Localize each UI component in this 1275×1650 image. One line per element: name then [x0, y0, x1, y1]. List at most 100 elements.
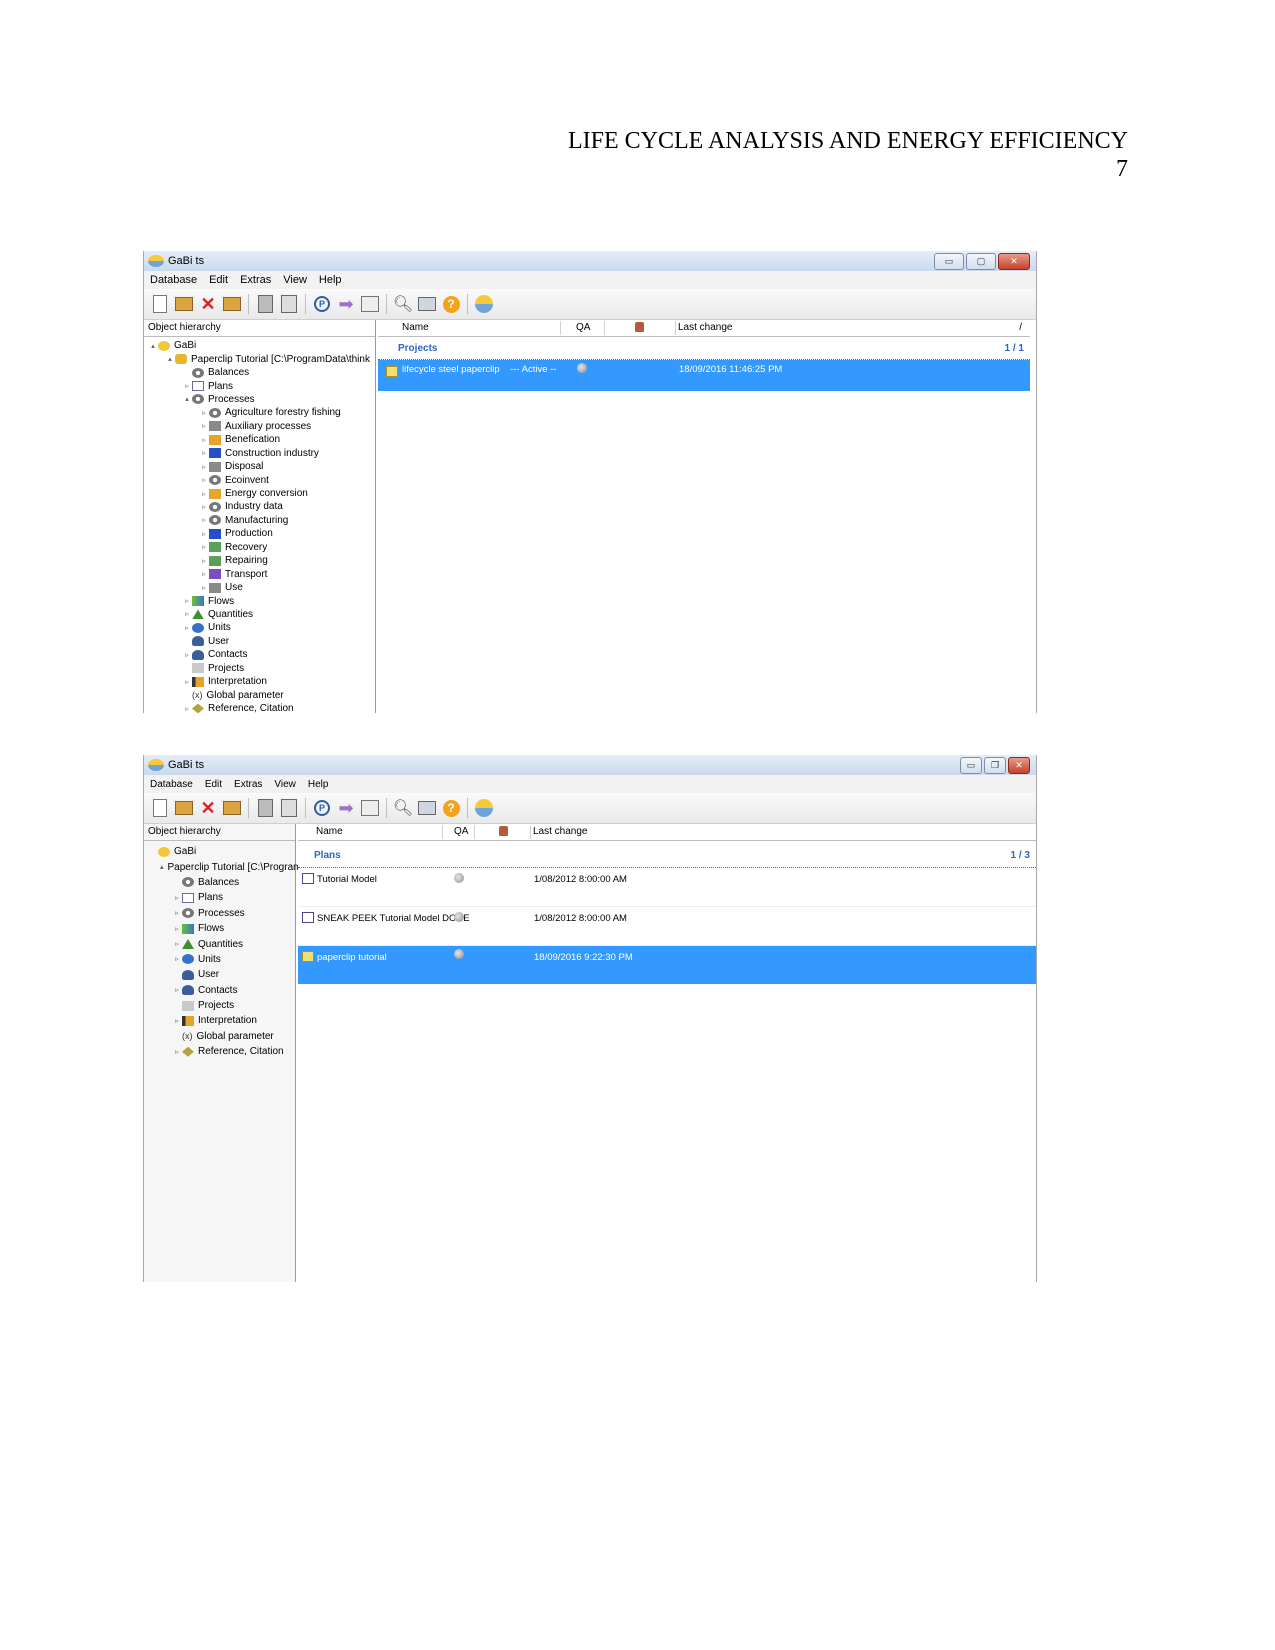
arrow-button[interactable]: ➡	[336, 798, 356, 818]
tree-item[interactable]: ▹ Production	[144, 527, 375, 540]
menu-edit[interactable]: Edit	[199, 779, 228, 790]
expand-toggle-icon[interactable]: ▹	[199, 436, 209, 444]
tree-item[interactable]: ▹ Contacts	[144, 983, 295, 998]
table-row[interactable]: SNEAK PEEK Tutorial Model DONE 1/08/2012…	[298, 907, 1036, 946]
expand-toggle-icon[interactable]: ▹	[172, 955, 182, 963]
delete-button[interactable]: ✕	[198, 294, 218, 314]
tree-item[interactable]: ▴ Paperclip Tutorial [C:\ProgramData\	[144, 859, 325, 874]
expand-toggle-icon[interactable]: ▹	[199, 490, 209, 498]
expand-toggle-icon[interactable]: ▹	[199, 516, 209, 524]
expand-toggle-icon[interactable]: ▹	[182, 705, 192, 713]
tree-item[interactable]: ▹ Plans	[144, 890, 295, 905]
menu-view[interactable]: View	[268, 779, 302, 790]
menu-view[interactable]: View	[277, 274, 313, 286]
tree-item[interactable]: ▹ Reference, Citation	[144, 1044, 295, 1059]
tree-item[interactable]: ▹ Agriculture forestry fishing	[144, 406, 375, 419]
tree-item[interactable]: ▹ Ecoinvent	[144, 473, 375, 486]
tree-item[interactable]: Balances	[144, 366, 375, 379]
close-button[interactable]: ✕	[1008, 757, 1030, 774]
folder-button[interactable]	[222, 798, 242, 818]
arrow-button[interactable]: ➡	[336, 294, 356, 314]
tree-item[interactable]: ▹ Quantities	[144, 608, 375, 621]
help-button[interactable]: ?	[441, 294, 461, 314]
tree-item[interactable]: ▹ Transport	[144, 567, 375, 580]
tree-item[interactable]: ▹ Plans	[144, 379, 375, 392]
window-button[interactable]	[417, 294, 437, 314]
expand-toggle-icon[interactable]: ▹	[172, 894, 182, 902]
paste-button[interactable]	[279, 294, 299, 314]
tree-item[interactable]: ▹ Units	[144, 621, 375, 634]
paste-button[interactable]	[279, 798, 299, 818]
expand-toggle-icon[interactable]: ▹	[199, 543, 209, 551]
expand-toggle-icon[interactable]: ▹	[199, 570, 209, 578]
maximize-button[interactable]: ▢	[966, 253, 996, 270]
p-button[interactable]: P	[312, 798, 332, 818]
tree-item[interactable]: ▹ Flows	[144, 921, 295, 936]
open-button[interactable]	[174, 294, 194, 314]
col-last-change[interactable]: Last change	[533, 824, 588, 840]
tree-item[interactable]: ▹ Manufacturing	[144, 514, 375, 527]
expand-toggle-icon[interactable]: ▹	[182, 678, 192, 686]
minimize-button[interactable]: ▭	[934, 253, 964, 270]
tree-item[interactable]: ▹ Contacts	[144, 648, 375, 661]
tree-item[interactable]: ▹ Quantities	[144, 936, 295, 951]
expand-toggle-icon[interactable]: ▹	[172, 1017, 182, 1025]
tree-item[interactable]: ▹ Disposal	[144, 460, 375, 473]
table-row[interactable]: lifecycle steel paperclip --- Active -- …	[378, 360, 1030, 391]
expand-toggle-icon[interactable]: ▴	[160, 863, 164, 871]
menu-help[interactable]: Help	[302, 779, 335, 790]
expand-toggle-icon[interactable]: ▹	[199, 476, 209, 484]
tree-item[interactable]: ▹ Industry data	[144, 500, 375, 513]
search-button[interactable]: 🔍︎	[393, 798, 413, 818]
expand-toggle-icon[interactable]: ▴	[148, 342, 158, 350]
tree-item[interactable]: ▹ Repairing	[144, 554, 375, 567]
col-qa[interactable]: QA	[576, 320, 590, 336]
menu-edit[interactable]: Edit	[203, 274, 234, 286]
help-button[interactable]: ?	[441, 798, 461, 818]
minimize-button[interactable]: ▭	[960, 757, 982, 774]
gabi-button[interactable]	[474, 798, 494, 818]
tree-item[interactable]: ▹ Interpretation	[144, 675, 375, 688]
expand-toggle-icon[interactable]: ▹	[182, 624, 192, 632]
tree-item[interactable]: (x) Global parameter	[144, 688, 375, 701]
tree-item[interactable]: ▹ Processes	[144, 906, 295, 921]
tree-item[interactable]: User	[144, 635, 375, 648]
tree-item[interactable]: Projects	[144, 662, 375, 675]
tree-item[interactable]: ▹ Interpretation	[144, 1013, 295, 1028]
tree-item[interactable]: GaBi	[144, 844, 295, 859]
tree-item[interactable]: ▹ Construction industry	[144, 447, 375, 460]
expand-toggle-icon[interactable]: ▹	[199, 530, 209, 538]
expand-toggle-icon[interactable]: ▹	[199, 584, 209, 592]
expand-toggle-icon[interactable]: ▹	[199, 422, 209, 430]
new-button[interactable]	[150, 798, 170, 818]
tree-item[interactable]: ▴ GaBi	[144, 339, 375, 352]
tree-item[interactable]: User	[144, 967, 295, 982]
tree-item[interactable]: Projects	[144, 998, 295, 1013]
tree-item[interactable]: ▹ Units	[144, 952, 295, 967]
expand-toggle-icon[interactable]: ▴	[182, 395, 192, 403]
copy-button[interactable]	[255, 294, 275, 314]
expand-toggle-icon[interactable]: ▹	[172, 986, 182, 994]
expand-toggle-icon[interactable]: ▹	[199, 449, 209, 457]
folder-button[interactable]	[222, 294, 242, 314]
expand-toggle-icon[interactable]: ▹	[182, 651, 192, 659]
col-name[interactable]: Name	[402, 320, 429, 336]
chart-button[interactable]	[360, 798, 380, 818]
expand-toggle-icon[interactable]: ▹	[199, 503, 209, 511]
expand-toggle-icon[interactable]: ▹	[182, 382, 192, 390]
tree-item[interactable]: ▹ Flows	[144, 594, 375, 607]
tree-item[interactable]: Balances	[144, 875, 295, 890]
delete-button[interactable]: ✕	[198, 798, 218, 818]
tree-item[interactable]: ▴ Processes	[144, 393, 375, 406]
tree-item[interactable]: ▹ Use	[144, 581, 375, 594]
new-button[interactable]	[150, 294, 170, 314]
menu-extras[interactable]: Extras	[228, 779, 268, 790]
expand-toggle-icon[interactable]: ▹	[199, 557, 209, 565]
restore-button[interactable]: ❐	[984, 757, 1006, 774]
table-row[interactable]: Tutorial Model 1/08/2012 8:00:00 AM	[298, 868, 1036, 907]
tree-item[interactable]: ▹ Recovery	[144, 541, 375, 554]
tree-item[interactable]: (x) Global parameter	[144, 1029, 295, 1044]
expand-toggle-icon[interactable]: ▴	[165, 355, 175, 363]
copy-button[interactable]	[255, 798, 275, 818]
col-name[interactable]: Name	[316, 824, 343, 840]
